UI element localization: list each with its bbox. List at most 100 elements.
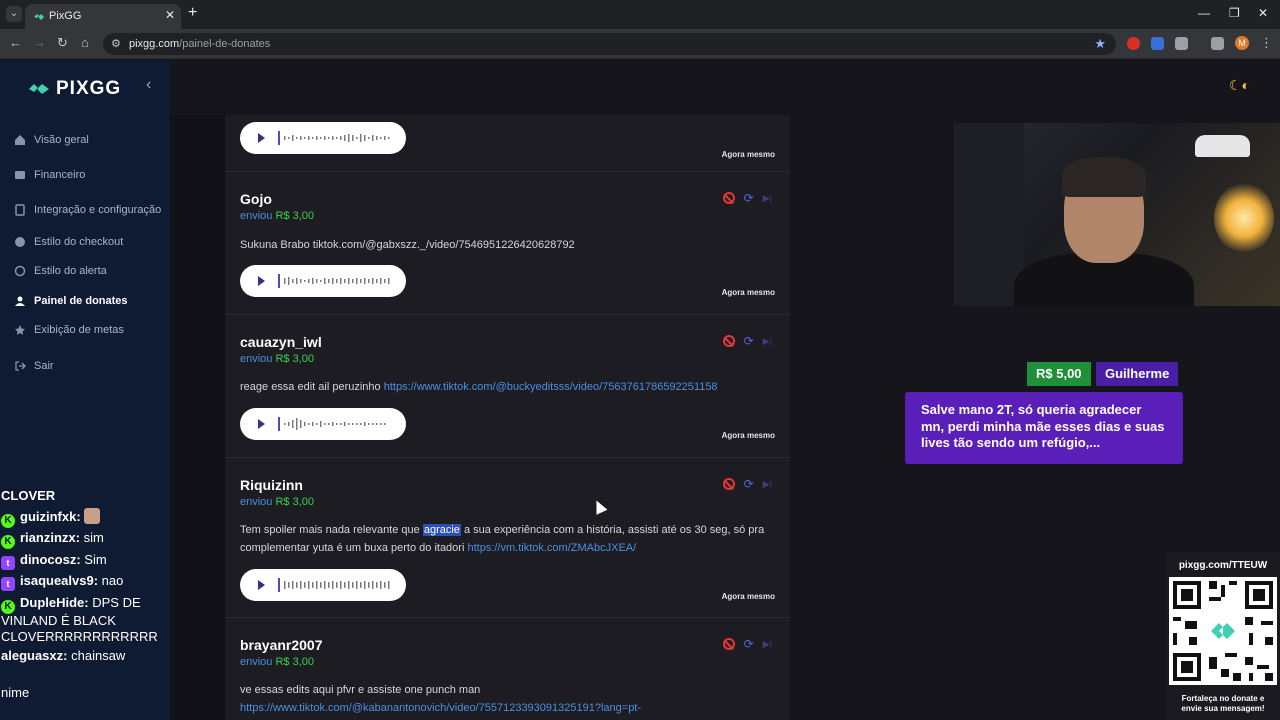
donor-name: cauazyn_iwl [240,334,322,350]
dashboard-icon [15,296,25,306]
alert-message: Salve mano 2T, só queria agradecer mn, p… [905,392,1183,464]
audio-player[interactable] [240,408,406,440]
sidebar-item-financeiro[interactable]: Financeiro [14,169,85,181]
donation-message: ve essas edits aqui pfvr e assiste one p… [240,684,642,714]
sidebar-item-visao-geral[interactable]: Visão geral [14,134,89,146]
address-bar[interactable]: ⚙ pixgg.com/painel-de-donates ★ [103,33,1116,55]
chat-line: CLOVERRRRRRRRRRRR [1,629,158,644]
webcam-lamp [1214,183,1274,253]
replay-icon[interactable]: ⟳ [744,638,754,650]
palette-icon [15,237,25,247]
brush-icon [14,265,26,277]
sidebar-item-estilo-alerta[interactable]: Estilo do alerta [14,265,107,277]
replay-icon[interactable]: ⟳ [744,478,754,490]
block-icon[interactable] [722,192,735,204]
donation-time: Agora mesmo [721,150,775,159]
extension-audio-icon[interactable] [1151,37,1164,50]
tab-close-icon[interactable]: ✕ [165,8,175,22]
block-icon[interactable] [722,478,735,490]
donation-link[interactable]: https://vm.tiktok.com/ZMAbcJXEA/ [467,542,636,554]
pixgg-logo-icon [29,84,49,94]
donation-time: Agora mesmo [721,592,775,601]
selected-text: agracie [422,524,461,536]
extension-record-icon[interactable] [1127,37,1140,50]
block-icon[interactable] [722,335,735,347]
alert-donor-name: Guilherme [1096,362,1179,386]
donation-actions: ⟳ ▶| [722,478,772,490]
donation-link[interactable]: https://www.tiktok.com/@kabanantonovich/… [240,702,641,714]
extensions-puzzle-icon[interactable] [1175,37,1188,50]
donation-amount-line: enviou R$ 3,00 [240,353,315,365]
restore-icon[interactable]: ❐ [1229,6,1240,20]
donation-message: Tem spoiler mais nada relevante que agra… [240,524,765,554]
audio-player[interactable] [240,265,406,297]
back-icon[interactable]: ← [9,35,22,50]
home-icon[interactable]: ⌂ [81,35,89,50]
skip-icon[interactable]: ▶| [763,638,772,650]
media-control-icon[interactable] [1211,37,1224,50]
bookmark-star-icon[interactable]: ★ [1094,36,1106,52]
sidebar-item-painel-donates[interactable]: Painel de donates [14,295,128,307]
donation-card: cauazyn_iwl enviou R$ 3,00 ⟳ ▶| reage es… [225,315,790,458]
donations-feed: Agora mesmo Gojo enviou R$ 3,00 ⟳ ▶| Suk… [225,115,790,720]
profile-avatar[interactable]: M [1235,36,1249,50]
replay-icon[interactable]: ⟳ [744,192,754,204]
donation-card: Gojo enviou R$ 3,00 ⟳ ▶| Sukuna Brabo ti… [225,172,790,315]
chat-line: K DupleHide: DPS DE [1,595,141,614]
play-icon[interactable] [258,276,265,286]
kick-badge-icon: K [1,600,15,614]
sidebar-item-sair[interactable]: Sair [14,360,54,372]
home-icon [15,135,25,145]
tab-list-button[interactable]: ⌄ [6,6,22,22]
sidebar-item-exibicao-metas[interactable]: Exibição de metas [14,324,124,336]
donation-actions: ⟳ ▶| [722,335,772,347]
theme-toggle-icon[interactable]: ☾◐ [1229,77,1250,94]
brand-name: PIXGG [56,78,122,99]
browser-menu-icon[interactable]: ⋮ [1260,35,1273,51]
block-icon[interactable] [722,638,735,650]
chat-line: CLOVER [1,488,56,503]
webcam-person-hair [1062,157,1146,197]
browser-tab[interactable]: PixGG ✕ [25,4,181,29]
window-close-icon[interactable]: ✕ [1258,6,1268,20]
pixgg-logo[interactable]: PIXGG [28,78,121,100]
skip-icon[interactable]: ▶| [763,478,772,490]
kick-badge-icon: K [1,535,15,549]
emote-icon [84,508,101,524]
donation-card: brayanr2007 enviou R$ 3,00 ⟳ ▶| ve essas… [225,618,790,720]
skip-icon[interactable]: ▶| [763,192,772,204]
donation-actions: ⟳ ▶| [722,192,772,204]
collapse-sidebar-icon[interactable]: ‹ [146,76,151,94]
pixgg-favicon-icon [34,14,44,20]
replay-icon[interactable]: ⟳ [744,335,754,347]
star-icon [15,325,25,335]
audio-player[interactable] [240,569,406,601]
site-info-icon[interactable]: ⚙ [111,37,121,50]
donation-card: Riquizinn enviou R$ 3,00 ⟳ ▶| Tem spoile… [225,458,790,618]
app-topbar [170,60,1280,115]
reload-icon[interactable]: ↻ [57,35,68,51]
sidebar-item-integracao[interactable]: Integração e configuração [14,204,161,216]
browser-toolbar: ← → ↻ ⌂ ⚙ pixgg.com/painel-de-donates ★ … [0,29,1280,59]
webcam-feed [954,123,1280,306]
webcam-background [954,123,1024,306]
logout-icon [15,361,26,371]
play-icon[interactable] [258,580,265,590]
minimize-icon[interactable]: — [1198,6,1210,20]
url-text: pixgg.com/painel-de-donates [129,38,271,50]
audio-player[interactable] [240,122,406,154]
waveform [278,417,386,431]
new-tab-icon[interactable]: + [188,4,197,22]
play-icon[interactable] [258,419,265,429]
tab-title: PixGG [49,10,82,22]
play-icon[interactable] [258,133,265,143]
chat-line: t dinocosz: Sim [1,552,107,570]
sidebar-item-estilo-checkout[interactable]: Estilo do checkout [14,236,123,248]
waveform [278,274,390,288]
donation-link[interactable]: https://www.tiktok.com/@buckyeditsss/vid… [384,381,718,393]
forward-icon[interactable]: → [33,35,46,50]
donation-actions: ⟳ ▶| [722,638,772,650]
chat-line: Kguizinfxk: [1,508,101,528]
chat-line: nime [1,685,30,700]
skip-icon[interactable]: ▶| [763,335,772,347]
